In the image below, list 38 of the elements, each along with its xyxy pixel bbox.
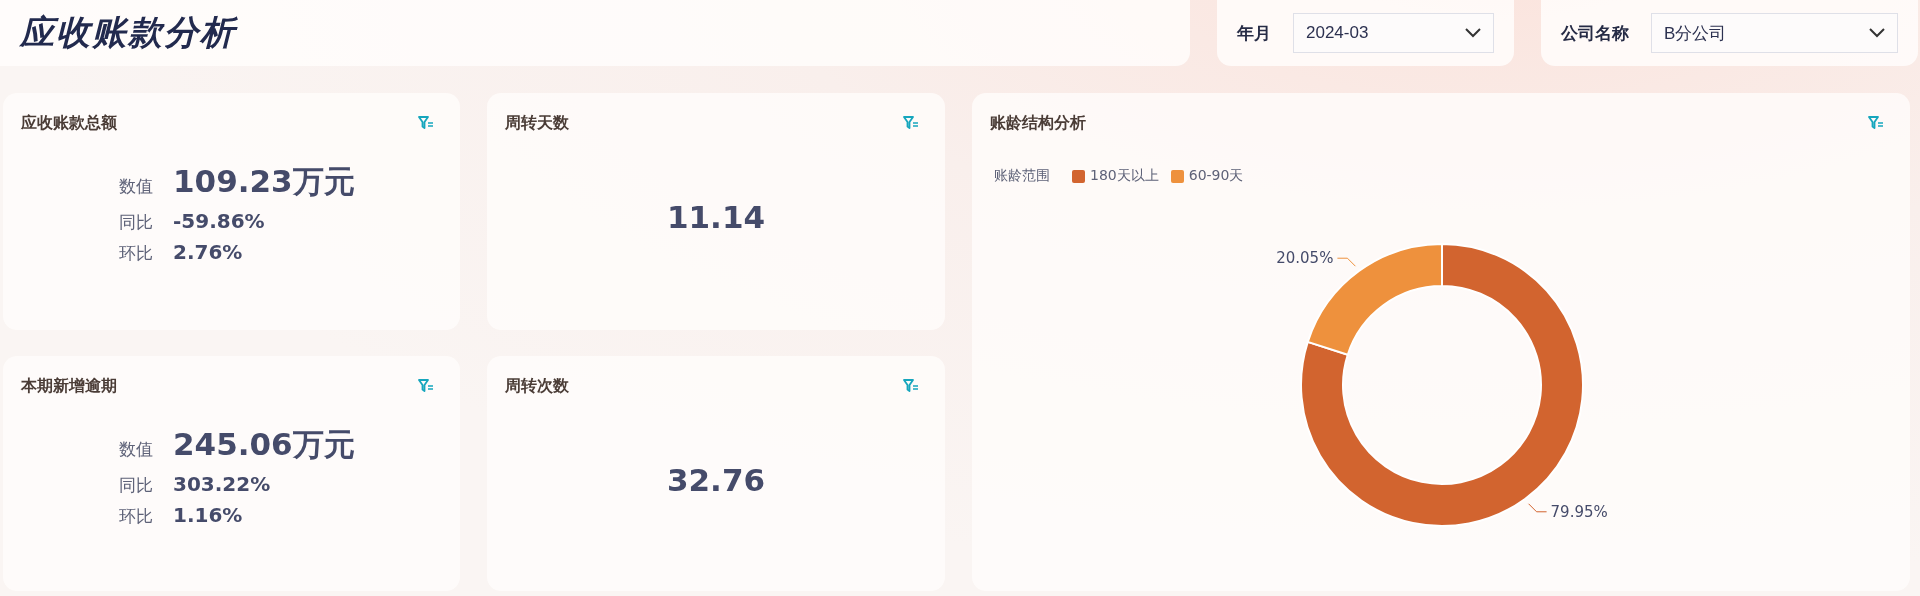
metric-value: 109.23万元 [173,162,355,201]
legend-label: 180天以上 [1090,167,1159,185]
filter-icon[interactable] [903,379,919,393]
metric-value: -59.86% [173,209,266,233]
filter-icon[interactable] [418,379,434,393]
filter-icon[interactable] [903,116,919,130]
chevron-down-icon [1869,28,1885,38]
legend-label: 60-90天 [1188,167,1244,185]
select-field[interactable]: B分公司 [1651,13,1898,53]
metric-value: 2.76% [173,240,244,264]
card-title: 应收账款总额 [21,112,117,134]
legend-title: 账龄范围 [994,167,1050,185]
data-label: 20.05% [1276,249,1334,268]
select-field[interactable]: 2024-03 [1293,13,1494,53]
metric-value: 1.16% [173,503,244,527]
filter-icon[interactable] [1868,116,1884,130]
metric-label: 同比 [119,474,153,497]
filter-label: 年月 [1237,21,1271,45]
metric-value: 245.06万元 [173,425,355,464]
metric-label: 环比 [119,505,153,528]
card-title: 周转次数 [505,375,569,397]
metric-label: 数值 [119,175,153,198]
card-title: 周转天数 [505,112,569,134]
chevron-down-icon [1465,28,1481,38]
leader-line [1528,503,1548,513]
filter-label: 公司名称 [1561,21,1629,45]
metric-value: 303.22% [173,472,272,496]
page-title: 应收账款分析 [20,11,236,54]
filter-icon[interactable] [418,116,434,130]
metric-label: 数值 [119,438,153,461]
card-title: 账龄结构分析 [990,112,1086,134]
metric-value: 32.76 [666,462,766,500]
metric-label: 环比 [119,242,153,265]
data-label: 79.95% [1550,502,1608,521]
card-title: 本期新增逾期 [21,375,117,397]
leader-line [1336,257,1356,267]
metric-value: 11.14 [666,199,766,237]
metric-label: 同比 [119,211,153,234]
